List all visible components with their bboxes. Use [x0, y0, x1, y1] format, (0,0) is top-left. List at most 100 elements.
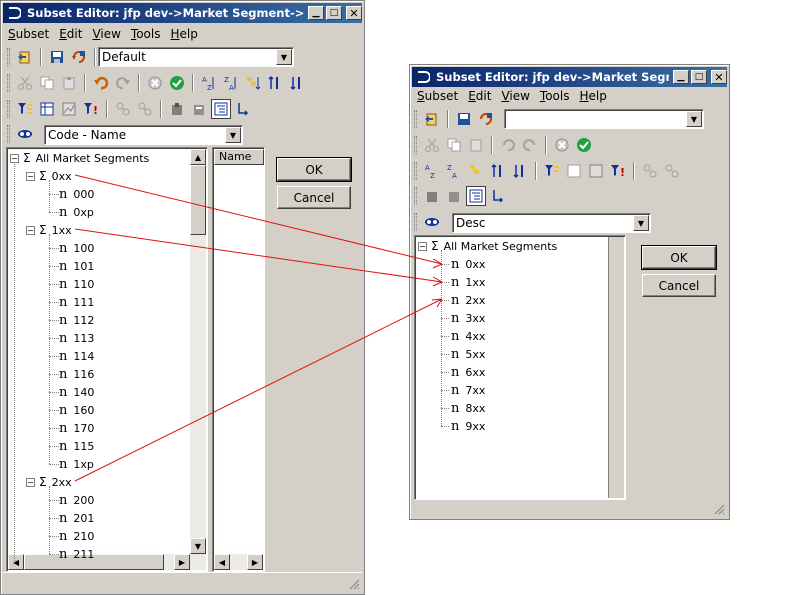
title-bar[interactable]: Subset Editor: jfp dev->Market Segmen...…: [412, 67, 727, 87]
tree-leaf[interactable]: n 2xx: [451, 291, 485, 309]
delete-icon[interactable]: [189, 99, 209, 119]
chevron-down-icon[interactable]: ▼: [633, 215, 649, 231]
undo-icon[interactable]: [91, 73, 111, 93]
close-button[interactable]: ✕: [711, 70, 727, 84]
save-icon[interactable]: [454, 109, 474, 129]
sort-index-asc-icon[interactable]: [265, 73, 285, 93]
keep-icon[interactable]: [167, 99, 187, 119]
keep-icon[interactable]: [422, 186, 442, 206]
tree-hscroll[interactable]: ◀ ▶: [8, 554, 206, 570]
sort-desc-icon[interactable]: ZA: [221, 73, 241, 93]
tree-view-icon[interactable]: [211, 99, 231, 119]
menu-help[interactable]: Help: [575, 89, 612, 103]
filter-attribute-icon[interactable]: [37, 99, 57, 119]
menu-edit[interactable]: Edit: [54, 27, 87, 41]
tree-leaf[interactable]: n 5xx: [451, 345, 485, 363]
name-list[interactable]: Name ◀ ▶: [212, 147, 265, 572]
ok-button[interactable]: OK: [276, 157, 352, 182]
subset-select[interactable]: Default ▼: [98, 47, 294, 67]
scroll-left-button[interactable]: ◀: [8, 554, 24, 570]
tree-leaf[interactable]: n 160: [59, 401, 94, 419]
menu-subset[interactable]: Subset: [3, 27, 54, 41]
tree-leaf[interactable]: n 112: [59, 311, 94, 329]
tree-leaf[interactable]: n 7xx: [451, 381, 485, 399]
collapse-toggle-icon[interactable]: −: [418, 241, 427, 251]
alias-select[interactable]: Desc ▼: [452, 213, 651, 233]
tree-root[interactable]: − Σ All Market Segments: [10, 149, 149, 167]
tree-leaf[interactable]: n 110: [59, 275, 94, 293]
subset-select[interactable]: ▼: [504, 109, 704, 129]
drill-icon[interactable]: [233, 99, 253, 119]
cancel-icon[interactable]: [552, 135, 572, 155]
cancel-icon[interactable]: [145, 73, 165, 93]
menu-subset[interactable]: Subset: [412, 89, 463, 103]
subset-tree[interactable]: ▲ ▼ ◀ ▶ − Σ All Market Segments − Σ 0xx n 000 n 0…: [6, 147, 208, 572]
tree-leaf[interactable]: n 111: [59, 293, 94, 311]
delete-icon[interactable]: [444, 186, 464, 206]
tree-leaf[interactable]: n 000: [59, 185, 94, 203]
sort-index-asc-icon[interactable]: [488, 161, 508, 181]
save-as-icon[interactable]: [476, 109, 496, 129]
cut-icon[interactable]: [422, 135, 442, 155]
tree-view-icon[interactable]: [466, 186, 486, 206]
open-icon[interactable]: [422, 109, 442, 129]
accept-icon[interactable]: [167, 73, 187, 93]
tree-leaf[interactable]: n 116: [59, 365, 94, 383]
maximize-button[interactable]: □: [691, 70, 707, 84]
tree-leaf[interactable]: n 210: [59, 527, 94, 545]
tree-leaf[interactable]: n 114: [59, 347, 94, 365]
close-button[interactable]: ✕: [346, 6, 362, 20]
undo-icon[interactable]: [498, 135, 518, 155]
chevron-down-icon[interactable]: ▼: [686, 111, 702, 127]
redo-icon[interactable]: [520, 135, 540, 155]
filter-attribute-icon[interactable]: [564, 161, 584, 181]
minimize-button[interactable]: ▁: [308, 6, 324, 20]
cancel-button[interactable]: Cancel: [277, 186, 351, 209]
scroll-up-button[interactable]: ▲: [190, 149, 206, 165]
ok-button[interactable]: OK: [641, 245, 717, 270]
title-bar[interactable]: Subset Editor: jfp dev->Market Segment->…: [3, 3, 362, 23]
tree-splitter[interactable]: [608, 237, 624, 498]
resize-grip-icon[interactable]: [711, 501, 725, 515]
collapse-toggle-icon[interactable]: −: [26, 477, 35, 487]
tree-leaf[interactable]: n 113: [59, 329, 94, 347]
filter-data-icon[interactable]: [59, 99, 79, 119]
chevron-down-icon[interactable]: ▼: [276, 49, 292, 65]
tree-vscroll[interactable]: ▲ ▼: [190, 149, 206, 554]
filter-data-icon[interactable]: [586, 161, 606, 181]
chevron-down-icon[interactable]: ▼: [225, 127, 241, 143]
drill-icon[interactable]: [488, 186, 508, 206]
scroll-left-button[interactable]: ◀: [214, 554, 230, 570]
save-as-icon[interactable]: [69, 47, 89, 67]
hierarchy-sort-icon[interactable]: [243, 73, 263, 93]
scroll-down-button[interactable]: ▼: [190, 538, 206, 554]
tree-leaf[interactable]: n 0xp: [59, 203, 94, 221]
name-hscroll[interactable]: ◀ ▶: [214, 554, 263, 570]
tree-leaf[interactable]: n 1xp: [59, 455, 94, 473]
minimize-button[interactable]: ▁: [673, 70, 689, 84]
redo-icon[interactable]: [113, 73, 133, 93]
scroll-right-button[interactable]: ▶: [247, 554, 263, 570]
tree-leaf[interactable]: n 101: [59, 257, 94, 275]
scroll-thumb[interactable]: [190, 165, 206, 235]
subset-tree[interactable]: − Σ All Market Segments n 0xx n 1xx n 2xx n 3xx n 4x…: [414, 235, 626, 500]
hierarchy-sort-icon[interactable]: [466, 161, 486, 181]
tree-leaf[interactable]: n 8xx: [451, 399, 485, 417]
collapse-icon[interactable]: [662, 161, 682, 181]
copy-icon[interactable]: [444, 135, 464, 155]
alias-icon[interactable]: [422, 212, 442, 232]
accept-icon[interactable]: [574, 135, 594, 155]
menu-help[interactable]: Help: [166, 27, 203, 41]
save-icon[interactable]: [47, 47, 67, 67]
expand-icon[interactable]: [113, 99, 133, 119]
sort-desc-icon[interactable]: ZA: [444, 161, 464, 181]
expand-icon[interactable]: [640, 161, 660, 181]
tree-leaf[interactable]: n 1xx: [451, 273, 485, 291]
collapse-icon[interactable]: [135, 99, 155, 119]
alias-select[interactable]: Code - Name ▼: [44, 125, 243, 145]
tree-leaf[interactable]: n 0xx: [451, 255, 485, 273]
tree-leaf[interactable]: n 100: [59, 239, 94, 257]
collapse-toggle-icon[interactable]: −: [26, 171, 35, 181]
scroll-right-button[interactable]: ▶: [174, 554, 190, 570]
alias-icon[interactable]: [15, 124, 35, 144]
